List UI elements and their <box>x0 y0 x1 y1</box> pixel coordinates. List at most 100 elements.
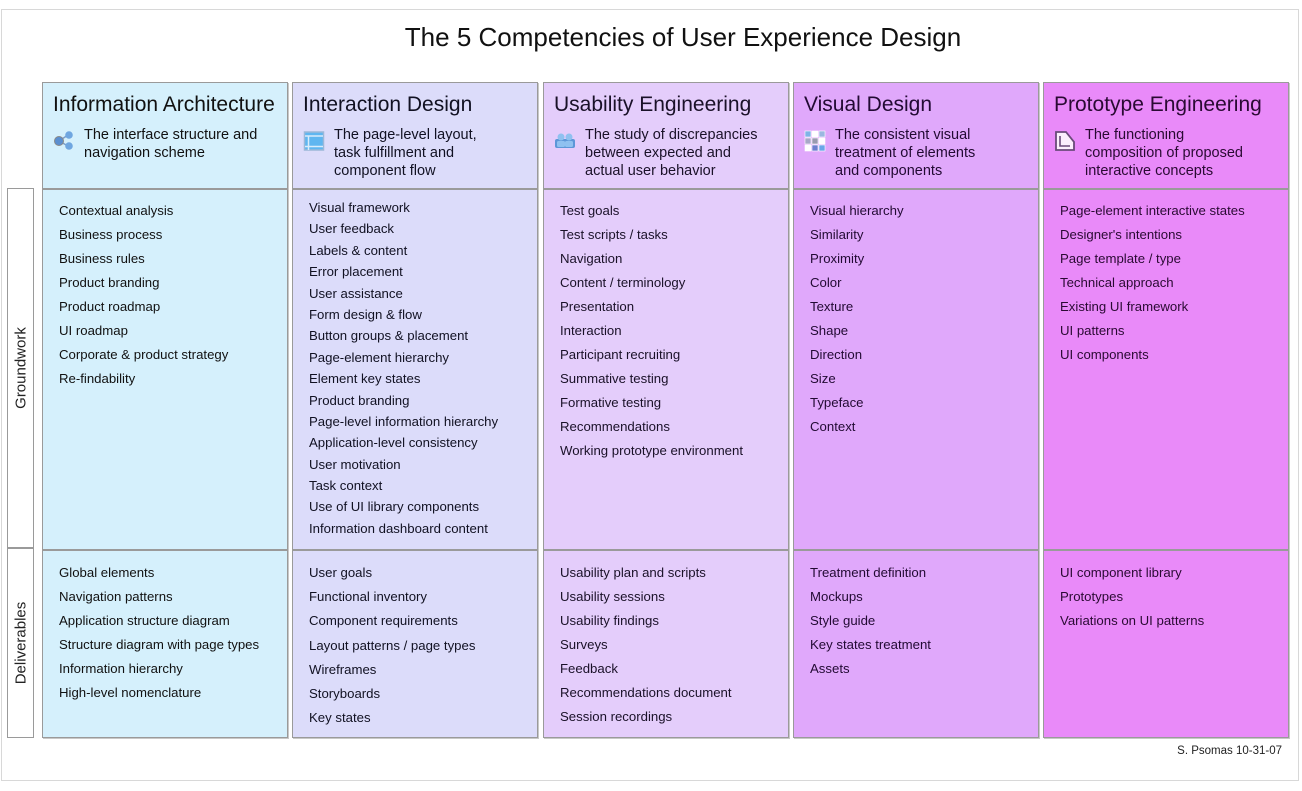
groundwork-item: Information dashboard content <box>309 520 488 536</box>
prototype-page-icon <box>1054 130 1076 152</box>
deliverables-list: User goals Functional inventory Component … <box>309 561 475 730</box>
deliverable-item: Global elements <box>59 565 155 580</box>
groundwork-section: Contextual analysis Business process Busin… <box>43 189 287 551</box>
description-line: The study of discrepancies <box>585 127 758 143</box>
deliverables-section: Usability plan and scripts Usability sess… <box>544 551 788 737</box>
deliverable-item: Structure diagram with page types <box>59 637 260 652</box>
description-line: component flow <box>334 163 436 179</box>
color-grid-icon <box>804 130 826 152</box>
page-layout-icon <box>303 130 325 152</box>
deliverable-item: Variations on UI patterns <box>1060 613 1205 628</box>
groundwork-item: Visual framework <box>309 200 410 215</box>
deliverables-section: UI component library Prototypes Variations… <box>1044 551 1288 737</box>
groundwork-item: Visual hierarchy <box>810 203 904 218</box>
groundwork-item: Business rules <box>59 251 145 266</box>
deliverable-item: Functional inventory <box>309 589 428 605</box>
deliverables-list: Global elements Navigation patterns Applic… <box>59 561 259 705</box>
deliverable-item: UI component library <box>1060 565 1182 580</box>
groundwork-item: Shape <box>810 323 849 338</box>
competency-description: The functioning composition of proposed in… <box>1085 126 1285 180</box>
groundwork-item: Size <box>810 371 836 386</box>
groundwork-item: Page template / type <box>1060 251 1181 266</box>
column-header: Visual Design The consistent visual treatm… <box>794 83 1038 190</box>
competency-description: The study of discrepancies between expect… <box>585 126 785 180</box>
groundwork-item: UI patterns <box>1060 323 1125 338</box>
column-header: Interaction Design The page-level layout,… <box>293 83 537 190</box>
groundwork-item: UI components <box>1060 347 1149 362</box>
groundwork-item: Formative testing <box>560 395 662 410</box>
competency-name: Interaction Design <box>303 93 473 116</box>
deliverable-item: Navigation patterns <box>59 589 173 604</box>
row-label-groundwork-text: Groundwork <box>12 327 29 409</box>
groundwork-item: Technical approach <box>1060 275 1174 290</box>
competency-name: Prototype Engineering <box>1054 93 1262 116</box>
groundwork-item: UI roadmap <box>59 323 128 338</box>
deliverable-item: Information hierarchy <box>59 661 183 676</box>
deliverable-item: Recommendations document <box>560 685 732 700</box>
groundwork-item: Context <box>810 419 856 434</box>
deliverable-item: Wireframes <box>309 661 377 677</box>
deliverable-item: Usability sessions <box>560 589 665 604</box>
groundwork-item: Presentation <box>560 299 635 314</box>
groundwork-item: Working prototype environment <box>560 443 744 458</box>
description-line: composition of proposed <box>1085 145 1243 161</box>
groundwork-item: Designer's intentions <box>1060 227 1183 242</box>
groundwork-item: Labels & content <box>309 242 408 258</box>
competency-column-prototype-engineering: Prototype Engineering The functioning comp… <box>1043 82 1289 738</box>
description-line: and components <box>835 163 943 179</box>
row-label-groundwork: Groundwork <box>7 188 34 548</box>
groundwork-list: Contextual analysis Business process Busin… <box>59 199 228 391</box>
author-credit: S. Psomas 10-31-07 <box>1177 745 1282 757</box>
groundwork-item: Product branding <box>59 275 160 290</box>
deliverable-item: Assets <box>810 661 850 676</box>
competency-column-visual-design: Visual Design The consistent visual treatm… <box>793 82 1039 738</box>
description-line: The page-level layout, <box>334 127 477 143</box>
groundwork-item: Form design & flow <box>309 306 422 322</box>
deliverable-item: User goals <box>309 565 373 580</box>
groundwork-section: Visual hierarchy Similarity Proximity Color… <box>794 189 1038 551</box>
competency-name: Information Architecture <box>53 93 275 116</box>
competency-name: Usability Engineering <box>554 93 752 116</box>
groundwork-item: Product roadmap <box>59 299 161 314</box>
groundwork-item: Participant recruiting <box>560 347 681 362</box>
groundwork-item: Navigation <box>560 251 623 266</box>
groundwork-item: Test scripts / tasks <box>560 227 668 242</box>
groundwork-item: Corporate & product strategy <box>59 347 229 362</box>
deliverables-list: Usability plan and scripts Usability sess… <box>560 561 732 729</box>
groundwork-item: Direction <box>810 347 863 362</box>
column-header: Usability Engineering The study of discre… <box>544 83 788 190</box>
groundwork-item: Proximity <box>810 251 865 266</box>
groundwork-item: Similarity <box>810 227 864 242</box>
groundwork-list: Visual hierarchy Similarity Proximity Color… <box>810 199 904 439</box>
deliverable-item: Key states <box>309 710 371 726</box>
users-group-icon <box>554 130 576 152</box>
deliverables-list: Treatment definition Mockups Style guide Ke… <box>810 561 931 681</box>
groundwork-item: User feedback <box>309 221 395 237</box>
groundwork-item: Button groups & placement <box>309 328 469 344</box>
competency-description: The interface structure and navigation sc… <box>84 126 284 162</box>
description-line: The consistent visual <box>835 127 971 143</box>
column-header: Information Architecture The interface st… <box>43 83 287 190</box>
deliverable-item: Component requirements <box>309 613 458 629</box>
groundwork-item: Page-level information hierarchy <box>309 413 499 429</box>
description-line: navigation scheme <box>84 145 205 161</box>
deliverable-item: Prototypes <box>1060 589 1124 604</box>
groundwork-item: User assistance <box>309 285 403 301</box>
groundwork-item: Error placement <box>309 264 403 280</box>
deliverable-item: Usability findings <box>560 613 659 628</box>
competency-description: The page-level layout, task fulfillment a… <box>334 126 534 180</box>
groundwork-item: Business process <box>59 227 163 242</box>
groundwork-item: Page-element interactive states <box>1060 203 1245 218</box>
deliverables-section: Global elements Navigation patterns Applic… <box>43 551 287 737</box>
groundwork-item: Summative testing <box>560 371 669 386</box>
groundwork-section: Visual framework User feedback Labels & co… <box>293 189 537 551</box>
description-line: actual user behavior <box>585 163 716 179</box>
deliverable-item: Key states treatment <box>810 637 931 652</box>
description-line: task fulfillment and <box>334 145 455 161</box>
competency-column-interaction-design: Interaction Design The page-level layout,… <box>292 82 538 738</box>
description-line: treatment of elements <box>835 145 976 161</box>
deliverable-item: Session recordings <box>560 709 673 724</box>
deliverable-item: Treatment definition <box>810 565 927 580</box>
deliverable-item: Mockups <box>810 589 863 604</box>
network-nodes-icon <box>53 130 75 152</box>
